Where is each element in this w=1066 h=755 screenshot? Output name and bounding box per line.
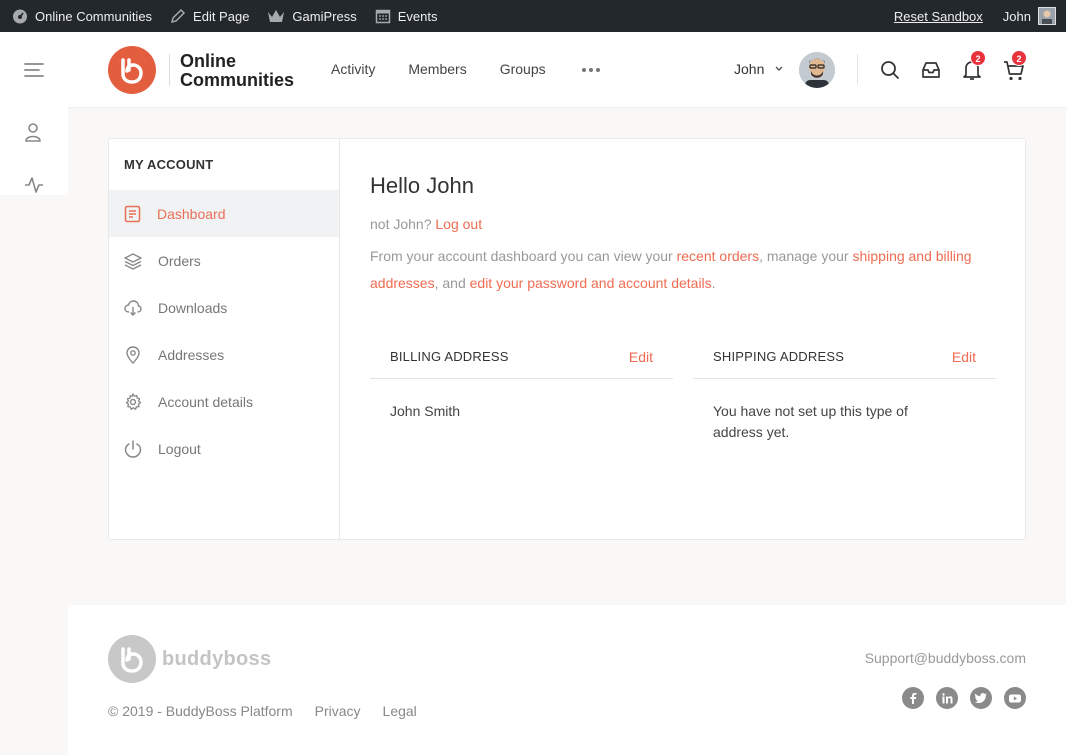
intro-text-3: , and <box>434 275 466 291</box>
account-nav-orders[interactable]: Orders <box>109 237 339 284</box>
billing-address-title: BILLING ADDRESS <box>390 349 509 364</box>
user-menu[interactable]: John <box>734 61 784 77</box>
nav-members[interactable]: Members <box>408 61 466 77</box>
shipping-address-title: SHIPPING ADDRESS <box>713 349 845 364</box>
account-details-link[interactable]: edit your password and account details <box>470 275 712 291</box>
billing-address-header: BILLING ADDRESS Edit <box>370 337 673 379</box>
intro-text-1: From your account dashboard you can view… <box>370 248 673 264</box>
account-nav-downloads-label: Downloads <box>158 299 228 316</box>
not-user-line: not John? Log out <box>370 216 482 232</box>
footer-support-email[interactable]: Support@buddyboss.com <box>865 650 1026 666</box>
crown-icon <box>268 10 285 22</box>
adminbar-user-name: John <box>1002 8 1031 24</box>
reset-sandbox-link[interactable]: Reset Sandbox <box>894 9 983 24</box>
intro-text-4: . <box>711 275 716 291</box>
footer-copyright-row: © 2019 - BuddyBoss Platform Privacy Lega… <box>108 703 439 719</box>
account-nav-addresses[interactable]: Addresses <box>109 331 339 378</box>
site-title[interactable]: Online Communities <box>180 52 294 90</box>
gear-icon <box>125 392 142 410</box>
header-separator <box>857 54 858 84</box>
chevron-down-icon <box>775 66 783 71</box>
adminbar-avatar <box>1038 7 1056 25</box>
greeting-heading: Hello John <box>370 173 474 198</box>
shipping-edit-link[interactable]: Edit <box>952 349 976 365</box>
adminbar-gamipress-label: GamiPress <box>292 8 357 24</box>
youtube-icon[interactable] <box>1004 687 1026 709</box>
account-nav-downloads[interactable]: Downloads <box>109 284 339 331</box>
nav-groups[interactable]: Groups <box>500 61 546 77</box>
site-header: Online Communities Activity Members Grou… <box>68 32 1066 108</box>
adminbar-site-label: Online Communities <box>35 8 153 24</box>
footer-logo[interactable] <box>108 635 156 683</box>
power-icon <box>124 439 142 458</box>
adminbar-edit-page[interactable]: Edit Page <box>161 0 258 32</box>
account-nav-logout[interactable]: Logout <box>109 425 339 472</box>
adminbar-gamipress[interactable]: GamiPress <box>258 0 365 32</box>
adminbar-events[interactable]: Events <box>366 0 447 32</box>
account-nav-orders-label: Orders <box>158 252 201 269</box>
adminbar-edit-label: Edit Page <box>193 8 250 24</box>
adminbar-events-label: Events <box>397 8 438 24</box>
footer-brand: buddyboss <box>162 648 272 670</box>
map-pin-icon <box>126 345 140 364</box>
account-nav-title: MY ACCOUNT <box>124 157 214 172</box>
primary-nav: Activity Members Groups <box>331 61 579 77</box>
facebook-icon[interactable] <box>902 687 924 709</box>
cart-badge: 2 <box>1011 50 1027 66</box>
profile-icon[interactable] <box>24 122 42 142</box>
menu-toggle-icon[interactable] <box>24 62 44 78</box>
site-title-line1: Online <box>180 51 237 71</box>
billing-edit-link[interactable]: Edit <box>629 349 653 365</box>
shipping-address-header: SHIPPING ADDRESS Edit <box>693 337 996 379</box>
linkedin-icon[interactable] <box>936 687 958 709</box>
notifications-badge: 2 <box>970 50 986 66</box>
side-panel <box>0 32 68 195</box>
not-user-text: not John? <box>370 216 432 232</box>
account-nav-dashboard[interactable]: Dashboard <box>109 190 339 237</box>
search-icon[interactable] <box>880 60 900 80</box>
account-nav-logout-label: Logout <box>158 440 201 457</box>
calendar-icon <box>375 9 390 24</box>
activity-icon[interactable] <box>24 176 44 194</box>
site-logo[interactable] <box>108 46 156 94</box>
dashboard-doc-icon <box>124 205 141 222</box>
dashboard-icon <box>13 9 27 24</box>
billing-address-box: BILLING ADDRESS Edit John Smith <box>370 337 673 422</box>
billing-address-body: John Smith <box>390 403 461 419</box>
buddyboss-footer-logo-icon <box>121 647 143 673</box>
footer-social-links <box>902 687 1026 709</box>
shipping-address-box: SHIPPING ADDRESS Edit You have not set u… <box>693 337 996 443</box>
adminbar-site-link[interactable]: Online Communities <box>0 0 161 32</box>
account-nav-addresses-label: Addresses <box>158 346 225 363</box>
nav-activity[interactable]: Activity <box>331 61 375 77</box>
shipping-address-body: You have not set up this type of address… <box>713 403 908 440</box>
nav-more-icon[interactable] <box>582 68 600 72</box>
intro-text-2: , manage your <box>759 248 849 264</box>
layers-icon <box>124 252 142 270</box>
adminbar-user-menu[interactable]: John <box>1003 7 1056 25</box>
user-avatar[interactable] <box>799 52 835 88</box>
footer-copyright: © 2019 - BuddyBoss Platform <box>108 703 293 719</box>
site-title-line2: Communities <box>180 70 295 90</box>
account-nav-account-details[interactable]: Account details <box>109 378 339 425</box>
account-card: MY ACCOUNT Dashboard Orders Downloads Ad… <box>108 138 1026 540</box>
pencil-icon <box>171 8 186 24</box>
cloud-download-icon <box>124 299 142 316</box>
buddyboss-logo-icon <box>121 58 143 84</box>
recent-orders-link[interactable]: recent orders <box>677 248 759 264</box>
user-menu-name: John <box>734 61 765 77</box>
footer-legal-link[interactable]: Legal <box>383 703 417 719</box>
twitter-icon[interactable] <box>970 687 992 709</box>
dashboard-intro: From your account dashboard you can view… <box>370 243 990 297</box>
site-footer: buddyboss © 2019 - BuddyBoss Platform Pr… <box>68 605 1066 755</box>
logout-link[interactable]: Log out <box>435 216 482 232</box>
footer-privacy-link[interactable]: Privacy <box>315 703 361 719</box>
admin-bar: Online Communities Edit Page GamiPress E… <box>0 0 1066 32</box>
account-nav-dashboard-label: Dashboard <box>157 205 226 222</box>
account-nav-account-details-label: Account details <box>158 393 253 410</box>
logo-separator <box>169 54 170 86</box>
inbox-icon[interactable] <box>921 60 941 80</box>
account-navigation: MY ACCOUNT Dashboard Orders Downloads Ad… <box>109 139 340 539</box>
